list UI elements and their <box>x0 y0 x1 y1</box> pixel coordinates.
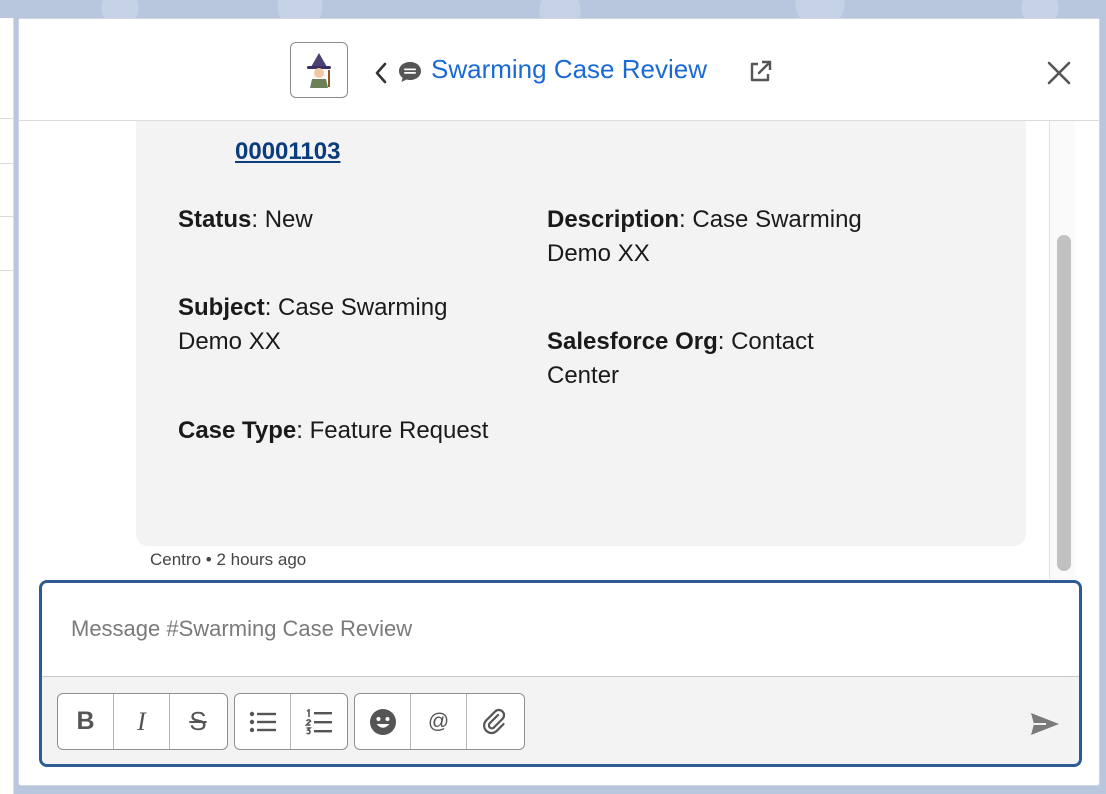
scrollbar-thumb[interactable] <box>1057 235 1071 571</box>
back-chevron-icon[interactable] <box>374 61 388 85</box>
scrollbar[interactable] <box>1049 121 1075 579</box>
send-icon[interactable] <box>1030 711 1060 737</box>
channel-avatar[interactable] <box>290 42 348 98</box>
salesforce-org-field: Salesforce Org: Contact Center <box>547 328 814 389</box>
formatting-toolbar: B I S @ <box>42 676 1079 764</box>
status-field: Status: New <box>178 206 313 233</box>
message-composer: B I S <box>39 580 1082 767</box>
subject-value: Case Swarming <box>278 294 448 321</box>
italic-icon: I <box>137 706 146 736</box>
bold-button[interactable]: B <box>58 694 114 749</box>
message-input[interactable] <box>42 583 1079 675</box>
message-list[interactable]: 00001103 Status: New Description: Case S… <box>19 121 1099 579</box>
case-type-label: Case Type <box>178 417 297 444</box>
chat-panel: Swarming Case Review 00001103 Status: Ne… <box>18 18 1100 786</box>
emoji-button[interactable] <box>355 694 411 749</box>
description-field: Description: Case Swarming Demo XX <box>547 206 862 267</box>
case-type-field: Case Type: Feature Request <box>178 417 489 444</box>
strikethrough-button[interactable]: S <box>170 694 226 749</box>
bulleted-list-button[interactable] <box>235 694 291 749</box>
mention-button[interactable]: @ <box>411 694 467 749</box>
text-style-group: B I S <box>57 693 228 750</box>
open-in-new-window-icon[interactable] <box>747 59 773 85</box>
channel-title-link[interactable]: Swarming Case Review <box>431 54 707 85</box>
chat-bubble-icon <box>399 62 421 82</box>
paperclip-icon <box>483 708 506 734</box>
description-value-cont: Demo XX <box>547 240 650 267</box>
panel-header: Swarming Case Review <box>19 19 1099 121</box>
description-value: Case Swarming <box>692 206 862 233</box>
subject-value-cont: Demo XX <box>178 328 281 355</box>
status-value: New <box>264 206 313 233</box>
bold-icon: B <box>76 707 95 735</box>
italic-button[interactable]: I <box>114 694 170 749</box>
message-author[interactable]: Centro <box>150 550 201 569</box>
description-label: Description <box>547 206 680 233</box>
numbered-list-button[interactable] <box>291 694 347 749</box>
case-number-link[interactable]: 00001103 <box>235 138 340 166</box>
insert-group: @ <box>354 693 525 750</box>
subject-label: Subject <box>178 294 265 321</box>
smiley-emoji-icon <box>369 708 396 735</box>
status-label: Status <box>178 206 252 233</box>
at-mention-icon: @ <box>427 709 450 733</box>
strikethrough-icon: S <box>189 706 207 736</box>
case-record-card: 00001103 Status: New Description: Case S… <box>136 121 1026 546</box>
wizard-avatar-icon <box>307 53 331 88</box>
salesforce-org-label: Salesforce Org <box>547 328 718 355</box>
numbered-list-icon <box>305 708 332 734</box>
close-icon[interactable] <box>1046 60 1072 86</box>
subject-field: Subject: Case Swarming Demo XX <box>178 294 448 355</box>
message-timestamp: 2 hours ago <box>216 550 307 569</box>
list-group <box>234 693 348 750</box>
case-type-value: Feature Request <box>309 417 489 444</box>
attach-file-button[interactable] <box>467 694 523 749</box>
salesforce-org-value: Contact <box>731 328 814 355</box>
meta-separator: • <box>205 550 212 569</box>
background-page-edge <box>0 18 14 794</box>
salesforce-org-value-cont: Center <box>547 362 620 389</box>
message-meta: Centro • 2 hours ago <box>150 550 306 570</box>
bulleted-list-icon <box>249 711 276 732</box>
